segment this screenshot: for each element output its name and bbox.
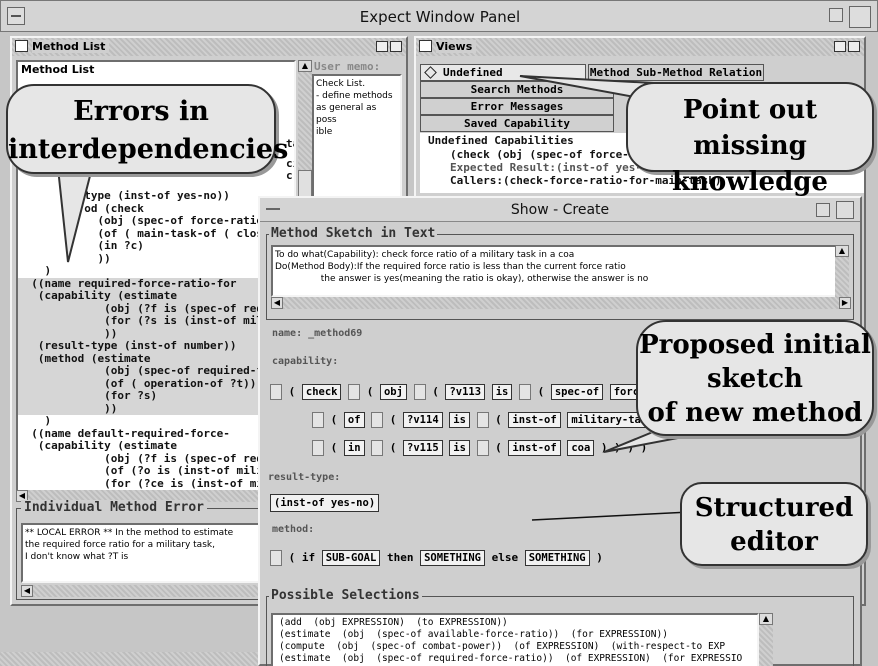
callout-line: Errors in [73, 96, 209, 127]
callout-line: Point out missing [682, 95, 818, 161]
callout-line: editor [730, 527, 818, 557]
callout-line: interdependencies [8, 134, 289, 165]
callout-line: Proposed initial [639, 330, 871, 360]
callout-structured-editor: Structured editor [680, 482, 868, 566]
callout-line: knowledge [672, 167, 828, 197]
callout-line: Structured [694, 493, 854, 523]
callout-missing-knowledge: Point out missing knowledge [626, 82, 874, 197]
callout-errors: Errors in interdependencies [6, 84, 289, 174]
callout-line: of new method [647, 398, 863, 428]
callout-line: sketch [707, 364, 803, 394]
callout-proposed-sketch: Proposed initial sketch of new method [636, 320, 874, 436]
